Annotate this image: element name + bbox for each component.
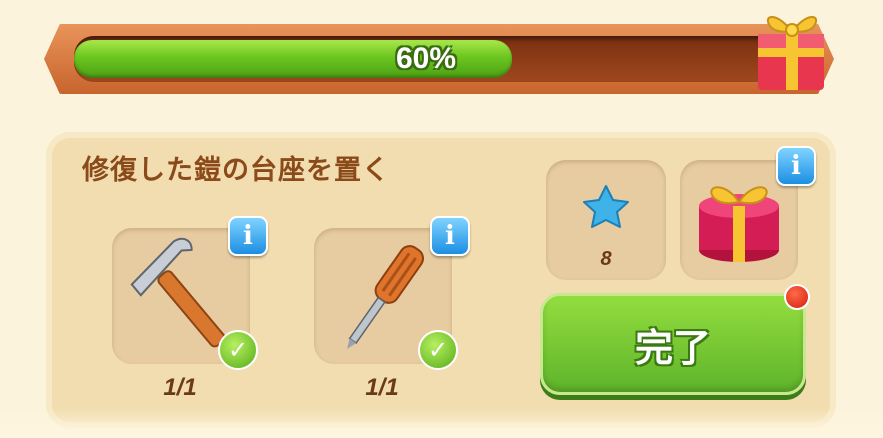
requirement-count-hammer: 1/1 — [163, 374, 197, 401]
reward-slot-star[interactable]: 8 — [546, 160, 666, 280]
complete-button[interactable]: 完了 — [540, 293, 806, 395]
info-icon: i — [445, 221, 455, 251]
progress-label: 60% — [74, 40, 512, 78]
info-icon: i — [791, 151, 801, 181]
progress-fill: 60% — [74, 40, 512, 78]
notification-dot — [784, 284, 810, 310]
check-icon: ✓ — [218, 330, 258, 370]
info-button-hammer[interactable]: i — [228, 216, 268, 256]
complete-button-label: 完了 — [634, 325, 711, 370]
info-button-gift[interactable]: i — [776, 146, 816, 186]
progress-percent: 60% — [396, 42, 457, 75]
gift-icon[interactable] — [748, 2, 834, 94]
info-icon: i — [243, 221, 253, 251]
bottom-edge — [0, 408, 883, 438]
progress-bar: 60% — [74, 36, 804, 82]
info-button-screwdriver[interactable]: i — [430, 216, 470, 256]
quest-title: 修復した鎧の台座を置く — [82, 155, 390, 186]
check-icon: ✓ — [418, 330, 458, 370]
reward-count-star: 8 — [600, 248, 612, 270]
requirement-count-screwdriver: 1/1 — [365, 374, 399, 401]
star-icon — [583, 185, 629, 228]
